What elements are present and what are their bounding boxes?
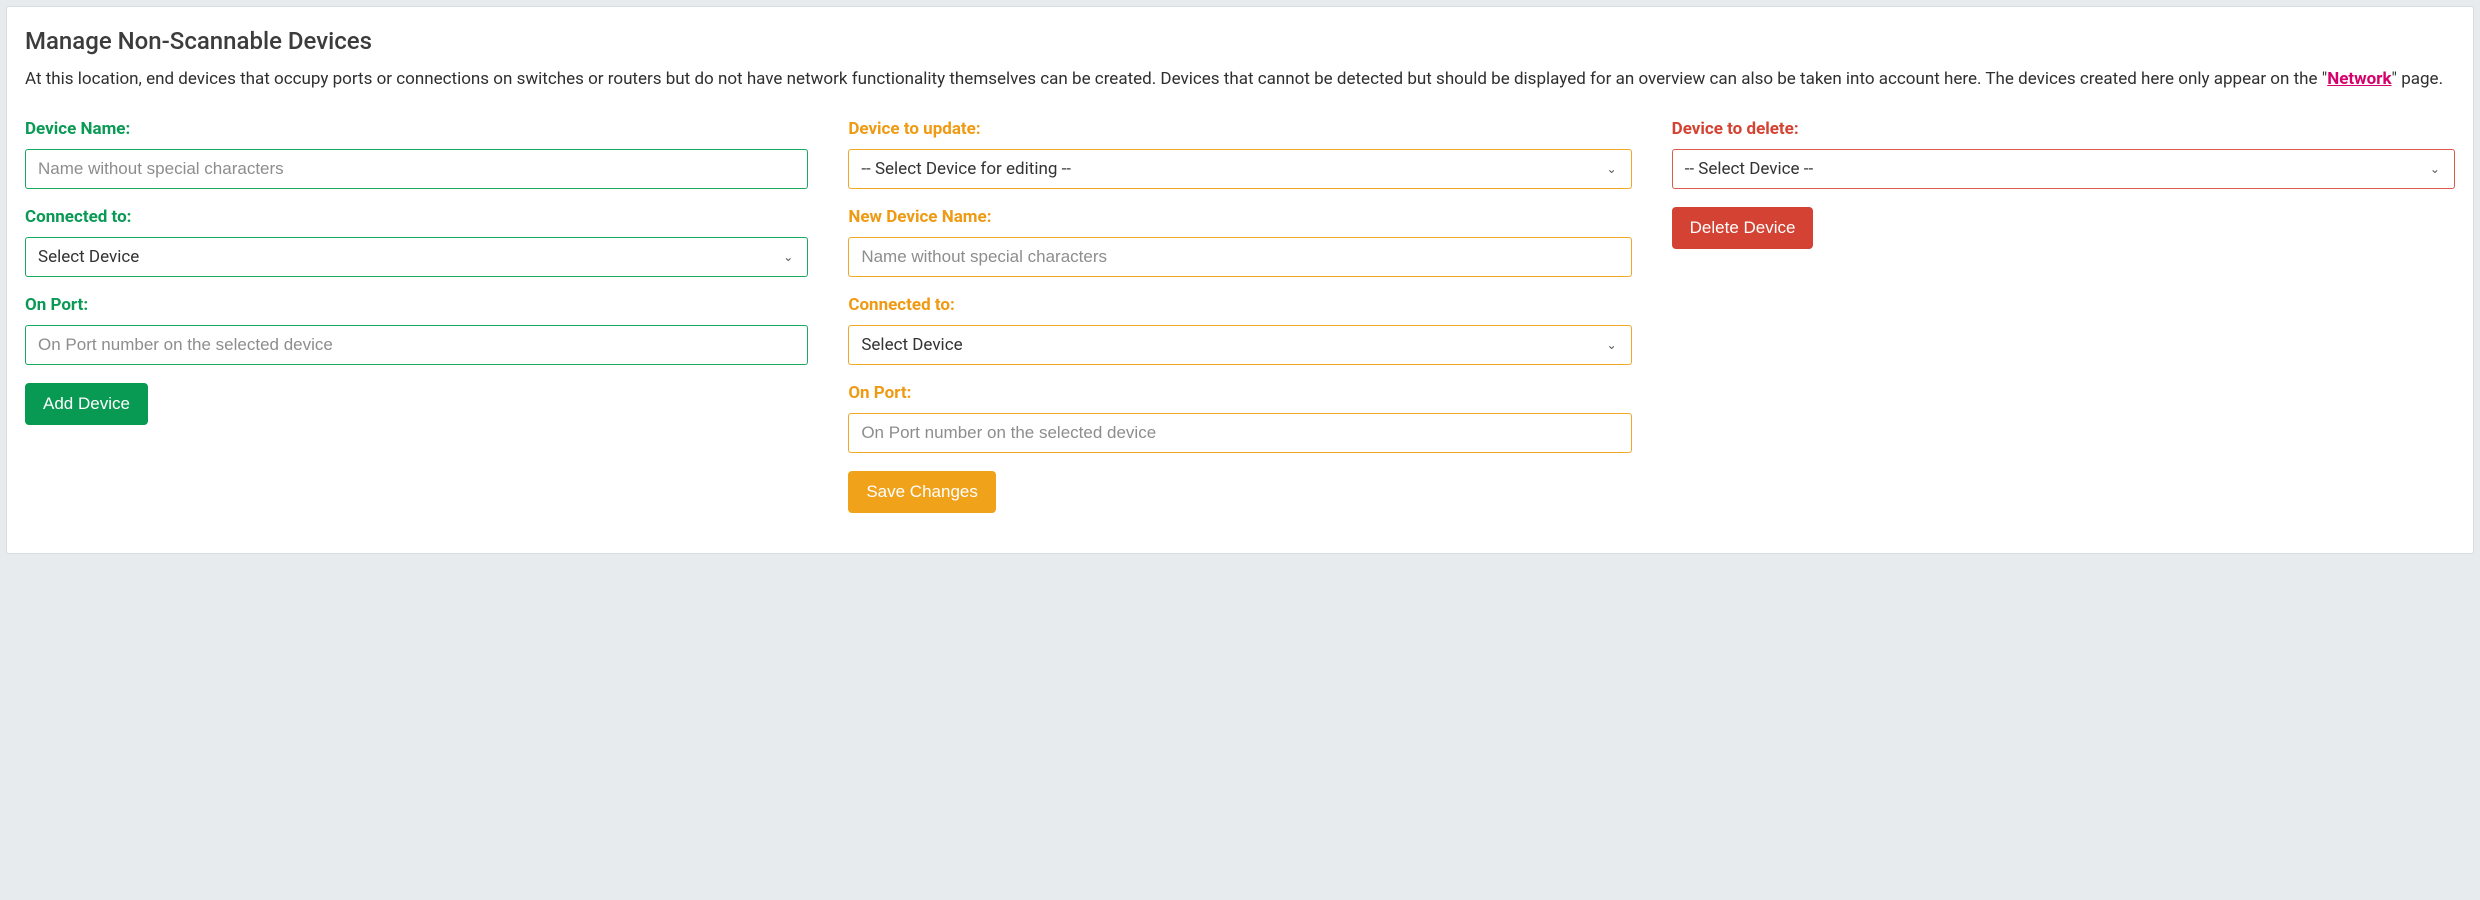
manage-devices-panel: Manage Non-Scannable Devices At this loc…	[6, 6, 2474, 554]
update-device-value: -- Select Device for editing --	[861, 159, 1071, 179]
chevron-down-icon: ⌄	[1607, 338, 1617, 352]
create-connected-to-label: Connected to:	[25, 207, 808, 227]
desc-text-1: At this location, end devices that occup…	[25, 69, 2327, 89]
create-connected-to-value: Select Device	[38, 247, 139, 267]
chevron-down-icon: ⌄	[2430, 162, 2440, 176]
add-device-button[interactable]: Add Device	[25, 383, 148, 425]
page-description: At this location, end devices that occup…	[25, 67, 2455, 93]
create-device-name-label: Device Name:	[25, 119, 808, 139]
update-on-port-label: On Port:	[848, 383, 1631, 403]
update-device-select[interactable]: -- Select Device for editing -- ⌄	[848, 149, 1631, 189]
update-on-port-input[interactable]	[848, 413, 1631, 453]
create-column: Device Name: Connected to: Select Device…	[25, 119, 808, 425]
delete-device-label: Device to delete:	[1672, 119, 2455, 139]
create-on-port-input[interactable]	[25, 325, 808, 365]
update-new-name-label: New Device Name:	[848, 207, 1631, 227]
update-connected-to-label: Connected to:	[848, 295, 1631, 315]
create-device-name-input[interactable]	[25, 149, 808, 189]
update-new-name-input[interactable]	[848, 237, 1631, 277]
delete-column: Device to delete: -- Select Device -- ⌄ …	[1672, 119, 2455, 249]
chevron-down-icon: ⌄	[783, 250, 793, 264]
update-connected-to-select[interactable]: Select Device ⌄	[848, 325, 1631, 365]
update-device-label: Device to update:	[848, 119, 1631, 139]
chevron-down-icon: ⌄	[1607, 162, 1617, 176]
network-link[interactable]: Network	[2327, 69, 2391, 89]
form-columns: Device Name: Connected to: Select Device…	[25, 119, 2455, 513]
update-connected-to-value: Select Device	[861, 335, 962, 355]
page-title: Manage Non-Scannable Devices	[25, 27, 2455, 55]
update-column: Device to update: -- Select Device for e…	[848, 119, 1631, 513]
delete-device-select[interactable]: -- Select Device -- ⌄	[1672, 149, 2455, 189]
create-on-port-label: On Port:	[25, 295, 808, 315]
desc-text-2: " page.	[2392, 69, 2444, 89]
delete-device-button[interactable]: Delete Device	[1672, 207, 1814, 249]
create-connected-to-select[interactable]: Select Device ⌄	[25, 237, 808, 277]
delete-device-value: -- Select Device --	[1685, 159, 1814, 179]
save-changes-button[interactable]: Save Changes	[848, 471, 996, 513]
